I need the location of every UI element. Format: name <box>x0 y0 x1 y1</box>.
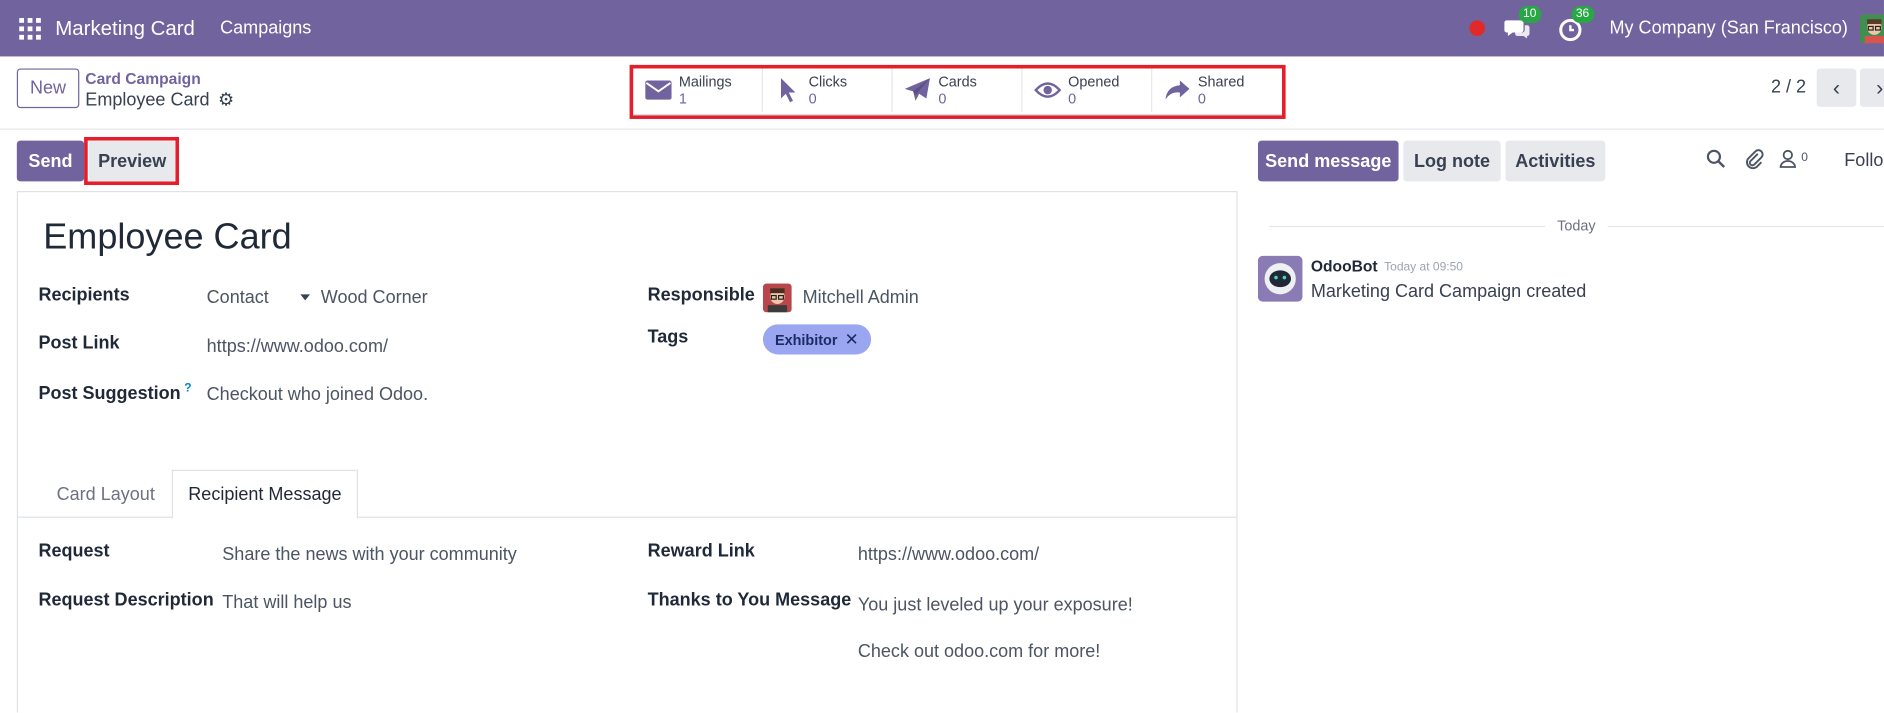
user-icon <box>1779 149 1796 168</box>
post-suggestion-label: Post Suggestion? <box>38 382 191 404</box>
paper-plane-icon <box>904 77 933 103</box>
stat-mailings-label: Mailings <box>678 73 732 91</box>
tab-card-layout[interactable]: Card Layout <box>40 470 172 518</box>
preview-button[interactable]: Preview <box>88 140 176 182</box>
activities-systray[interactable]: 36 <box>1557 5 1595 41</box>
eye-icon <box>1033 77 1062 103</box>
message-time: Today at 09:50 <box>1384 260 1463 274</box>
responsible-field[interactable]: Mitchell Admin <box>803 287 919 307</box>
send-button[interactable]: Send <box>16 140 85 182</box>
tag-exhibitor-label: Exhibitor <box>774 331 838 348</box>
activities-button[interactable]: Activities <box>1505 140 1606 182</box>
stat-opened[interactable]: Opened 0 <box>1022 68 1153 112</box>
stat-clicks-value: 0 <box>808 90 817 107</box>
thanks-message-line1[interactable]: You just leveled up your exposure! <box>858 595 1133 615</box>
navbar-systray: 10 36 My Company (San Francisco) <box>1468 0 1884 56</box>
recipients-model-select[interactable]: Contact <box>207 287 269 307</box>
tag-exhibitor[interactable]: Exhibitor ✕ <box>762 324 871 355</box>
user-avatar-image <box>1859 13 1884 43</box>
chevron-right-icon: › <box>1876 75 1884 100</box>
stat-clicks-label: Clicks <box>808 73 848 91</box>
smart-buttons: Mailings 1 Clicks 0 Cards 0 Opened 0 Sha… <box>633 68 1283 116</box>
stat-cards-label: Cards <box>938 73 977 91</box>
responsible-label: Responsible <box>647 284 755 306</box>
notebook-tabs: Card Layout Recipient Message <box>18 469 1237 520</box>
post-suggestion-field[interactable]: Checkout who joined Odoo. <box>207 384 428 404</box>
followers-button[interactable]: 0 <box>1779 149 1808 173</box>
app-brand[interactable]: Marketing Card <box>55 16 195 40</box>
gear-icon[interactable]: ⚙ <box>218 89 234 110</box>
stat-cards-value: 0 <box>938 90 947 107</box>
stat-opened-label: Opened <box>1068 73 1120 91</box>
smart-buttons-highlight: Mailings 1 Clicks 0 Cards 0 Opened 0 Sha… <box>629 64 1286 119</box>
odoobot-avatar-image <box>1257 255 1303 302</box>
pager-counter[interactable]: 2 / 2 <box>1771 77 1806 97</box>
share-icon <box>1163 77 1192 103</box>
breadcrumb-current-label: Employee Card <box>85 89 210 110</box>
message-author[interactable]: OdooBot <box>1311 257 1378 275</box>
stat-clicks[interactable]: Clicks 0 <box>763 68 893 112</box>
recipients-label: Recipients <box>38 284 130 306</box>
thanks-message-line2[interactable]: Check out odoo.com for more! <box>858 642 1100 662</box>
recipients-filter-value[interactable]: Wood Corner <box>321 287 428 307</box>
date-divider-right <box>1607 225 1884 228</box>
help-tooltip-icon[interactable]: ? <box>184 382 191 395</box>
message-body: Marketing Card Campaign created <box>1310 281 1587 302</box>
stat-shared[interactable]: Shared 0 <box>1152 68 1282 111</box>
log-note-button[interactable]: Log note <box>1403 140 1501 182</box>
stat-shared-value: 0 <box>1197 90 1206 107</box>
recording-indicator-icon[interactable] <box>1468 20 1485 37</box>
send-message-button[interactable]: Send message <box>1257 140 1399 182</box>
request-field[interactable]: Share the news with your community <box>222 544 516 564</box>
user-avatar[interactable] <box>1859 13 1884 43</box>
tags-label: Tags <box>647 326 689 348</box>
stat-opened-value: 0 <box>1068 90 1077 107</box>
messages-systray[interactable]: 10 <box>1503 5 1542 41</box>
company-switcher[interactable]: My Company (San Francisco) <box>1610 18 1848 38</box>
thanks-message-label: Thanks to You Message <box>647 589 852 611</box>
campaign-title[interactable]: Employee Card <box>43 217 291 258</box>
reward-link-label: Reward Link <box>647 540 755 562</box>
stat-mailings-value: 1 <box>678 90 687 107</box>
followers-count: 0 <box>1801 151 1808 165</box>
app-root: Marketing Card Campaigns 10 36 My Compan… <box>0 0 1884 713</box>
control-panel: New Card Campaign Employee Card ⚙ Mailin… <box>0 56 1884 130</box>
chevron-down-icon[interactable] <box>300 294 310 301</box>
stat-shared-label: Shared <box>1197 73 1245 91</box>
request-label: Request <box>38 540 110 562</box>
form-sheet: Employee Card Recipients Contact Wood Co… <box>16 191 1238 713</box>
request-description-label: Request Description <box>38 589 214 611</box>
pager-previous-button[interactable]: ‹ <box>1816 68 1857 107</box>
apps-grid-icon[interactable] <box>19 17 41 40</box>
envelope-icon <box>644 77 673 103</box>
menu-campaigns[interactable]: Campaigns <box>220 18 311 38</box>
reward-link-field[interactable]: https://www.odoo.com/ <box>858 544 1039 564</box>
post-suggestion-label-text: Post Suggestion <box>38 383 181 404</box>
date-separator: Today <box>1557 217 1596 235</box>
odoobot-avatar <box>1257 255 1303 302</box>
date-divider-left <box>1268 225 1546 228</box>
cursor-icon <box>774 77 803 103</box>
activities-count-badge: 36 <box>1571 5 1595 23</box>
messages-count-badge: 10 <box>1518 5 1542 23</box>
stat-mailings[interactable]: Mailings 1 <box>633 68 763 112</box>
tab-recipient-message[interactable]: Recipient Message <box>171 469 359 520</box>
chevron-left-icon: ‹ <box>1832 75 1841 100</box>
post-link-label: Post Link <box>38 332 120 354</box>
breadcrumb-current: Employee Card ⚙ <box>85 89 234 111</box>
top-navbar: Marketing Card Campaigns 10 36 My Compan… <box>0 0 1884 57</box>
responsible-avatar <box>762 283 792 313</box>
post-link-field[interactable]: https://www.odoo.com/ <box>207 336 388 356</box>
request-description-field[interactable]: That will help us <box>222 592 351 612</box>
responsible-avatar-image <box>762 283 792 313</box>
close-icon[interactable]: ✕ <box>845 329 859 349</box>
new-button[interactable]: New <box>16 68 80 109</box>
follow-button[interactable]: Follo <box>1844 150 1883 170</box>
search-icon[interactable] <box>1706 149 1726 173</box>
paperclip-icon[interactable] <box>1745 149 1764 175</box>
stat-cards[interactable]: Cards 0 <box>893 68 1023 112</box>
breadcrumb-parent[interactable]: Card Campaign <box>85 70 200 88</box>
pager-next-button[interactable]: › <box>1859 68 1884 107</box>
